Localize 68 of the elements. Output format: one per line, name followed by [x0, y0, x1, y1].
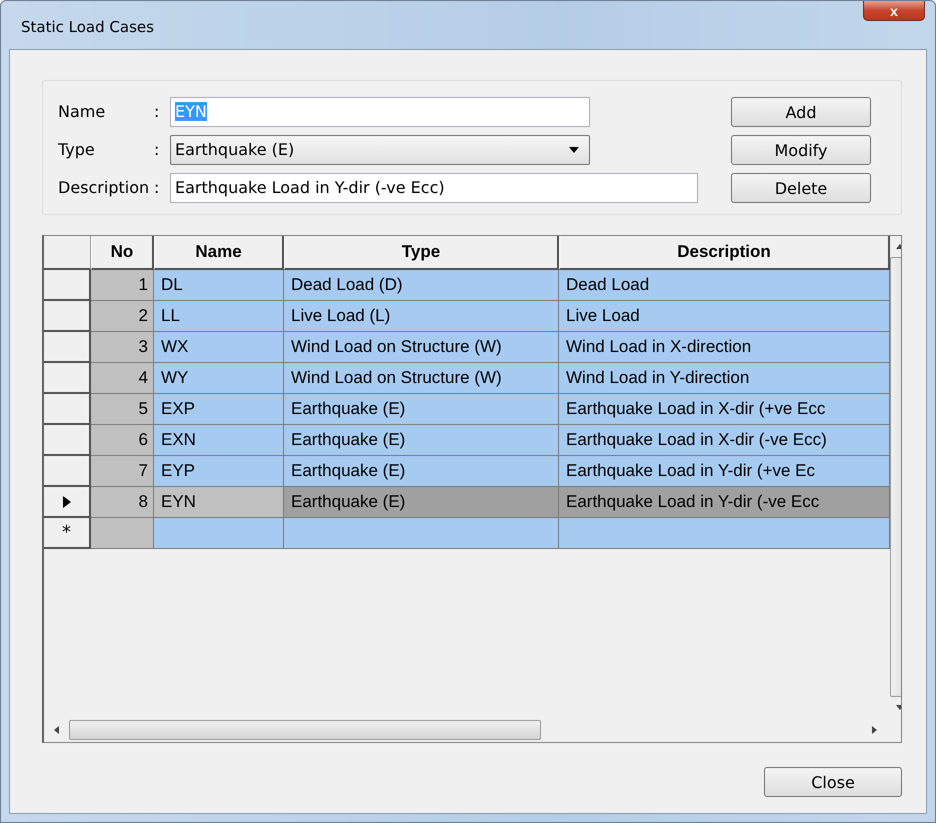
label-colon: :: [154, 178, 160, 197]
table-cell: WY: [154, 363, 284, 394]
row-header[interactable]: [44, 425, 91, 456]
new-row-marker[interactable]: *: [44, 518, 91, 549]
table-cell: 8: [91, 487, 154, 518]
table-cell: EYN: [154, 487, 284, 518]
column-header[interactable]: Description: [559, 236, 890, 270]
window-title: Static Load Cases: [21, 18, 154, 36]
table-cell: Earthquake (E): [284, 456, 559, 487]
table-cell: 4: [91, 363, 154, 394]
table-cell: Wind Load in Y-direction: [559, 363, 890, 394]
table-cell: Wind Load in X-direction: [559, 332, 890, 363]
column-header[interactable]: Name: [154, 236, 284, 270]
field-label: Description: [58, 178, 150, 197]
text-field[interactable]: Earthquake Load in Y-dir (-ve Ecc): [170, 172, 698, 202]
label-colon: :: [154, 102, 160, 121]
table-cell: 7: [91, 456, 154, 487]
table-cell: Earthquake Load in Y-dir (-ve Ecc: [559, 487, 890, 518]
field-label: Type: [58, 140, 96, 159]
table-cell: Wind Load on Structure (W): [284, 332, 559, 363]
table-cell: 2: [91, 301, 154, 332]
table-cell: WX: [154, 332, 284, 363]
table-cell: Dead Load (D): [284, 270, 559, 301]
field-value: Earthquake Load in Y-dir (-ve Ecc): [175, 178, 445, 197]
row-header[interactable]: [44, 394, 91, 425]
scroll-left-icon[interactable]: [54, 726, 59, 734]
header-corner[interactable]: [44, 236, 91, 270]
table-cell: 1: [91, 270, 154, 301]
row-header[interactable]: [44, 301, 91, 332]
action-button[interactable]: Delete: [731, 173, 871, 203]
table-cell: Earthquake Load in X-dir (+ve Ecc: [559, 394, 890, 425]
current-row-icon: [62, 496, 70, 508]
table-cell: EYP: [154, 456, 284, 487]
table-cell: Earthquake Load in Y-dir (+ve Ec: [559, 456, 890, 487]
table-cell: Wind Load on Structure (W): [284, 363, 559, 394]
row-header[interactable]: [44, 270, 91, 301]
caret-icon: [569, 146, 579, 152]
scroll-right-icon[interactable]: [872, 726, 877, 734]
close-dialog-button[interactable]: Close: [764, 767, 902, 797]
window-close-button[interactable]: x: [863, 1, 925, 21]
table-cell: 5: [91, 394, 154, 425]
table-cell: EXN: [154, 425, 284, 456]
column-header[interactable]: Type: [284, 236, 559, 270]
table-cell: 6: [91, 425, 154, 456]
row-header[interactable]: [44, 363, 91, 394]
table-cell: Live Load (L): [284, 301, 559, 332]
label-colon: :: [154, 140, 160, 159]
field-label: Name: [58, 102, 106, 121]
row-header[interactable]: [44, 456, 91, 487]
scroll-thumb[interactable]: [69, 720, 541, 740]
table-cell: LL: [154, 301, 284, 332]
table-cell: Live Load: [559, 301, 890, 332]
table-cell: DL: [154, 270, 284, 301]
action-button[interactable]: Add: [731, 97, 871, 127]
table-cell: Earthquake (E): [284, 394, 559, 425]
row-header[interactable]: [44, 332, 91, 363]
table-cell: Earthquake Load in X-dir (-ve Ecc): [559, 425, 890, 456]
column-header[interactable]: No: [91, 236, 154, 270]
dropdown-value: Earthquake (E): [175, 140, 294, 159]
table-cell: 3: [91, 332, 154, 363]
table-cell: EXP: [154, 394, 284, 425]
type-dropdown[interactable]: Earthquake (E): [170, 134, 590, 164]
action-button[interactable]: Modify: [731, 135, 871, 165]
table-cell: Earthquake (E): [284, 487, 559, 518]
table-cell: Earthquake (E): [284, 425, 559, 456]
field-value: EYN: [175, 102, 207, 121]
row-header[interactable]: [44, 487, 91, 518]
table-cell: Dead Load: [559, 270, 890, 301]
